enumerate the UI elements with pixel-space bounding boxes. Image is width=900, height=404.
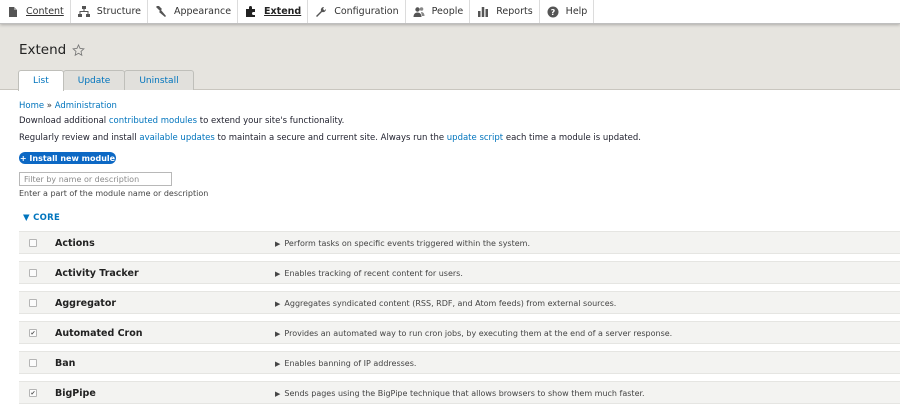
toolbar-item-appearance[interactable]: Appearance	[148, 0, 239, 23]
module-checkbox[interactable]	[29, 269, 37, 277]
toolbar-label: Reports	[496, 6, 533, 17]
module-name[interactable]: Ban	[55, 358, 75, 369]
toolbar-item-help[interactable]: ? Help	[540, 0, 595, 23]
update-script-link[interactable]: update script	[447, 133, 503, 143]
configuration-icon	[314, 5, 328, 19]
expand-triangle-icon: ▶	[275, 390, 281, 398]
intro-text: each time a module is updated.	[503, 133, 641, 143]
appearance-icon	[154, 5, 168, 19]
breadcrumb-home[interactable]: Home	[19, 101, 44, 111]
page-title-text: Extend	[19, 42, 67, 58]
module-row: Aggregator ▶ Aggregates syndicated content…	[19, 291, 900, 314]
expand-triangle-icon: ▶	[275, 270, 281, 278]
expand-triangle-icon: ▶	[275, 360, 281, 368]
intro-text: Regularly review and install	[19, 133, 140, 143]
module-name[interactable]: Activity Tracker	[55, 268, 139, 279]
page-header: Extend List Update Uninstall	[0, 24, 900, 91]
toolbar-item-configuration[interactable]: Configuration	[308, 0, 406, 23]
module-description-toggle[interactable]: ▶ Provides an automated way to run cron j…	[275, 329, 672, 338]
toolbar-label: Extend	[264, 6, 302, 17]
toolbar-label: Configuration	[334, 6, 399, 17]
module-description: Sends pages using the BigPipe technique …	[284, 389, 645, 398]
expand-triangle-icon: ▶	[275, 300, 281, 308]
reports-icon	[476, 5, 490, 19]
install-new-module-button[interactable]: + Install new module	[19, 152, 116, 164]
toolbar-label: Content	[26, 6, 64, 17]
intro-line-2: Regularly review and install available u…	[19, 133, 641, 143]
intro-text: to extend your site's functionality.	[197, 116, 345, 126]
tab-update[interactable]: Update	[62, 70, 126, 90]
module-description-toggle[interactable]: ▶ Perform tasks on specific events trigge…	[275, 239, 530, 248]
toolbar-label: Help	[565, 6, 588, 17]
module-description: Aggregates syndicated content (RSS, RDF,…	[284, 299, 617, 308]
people-icon	[412, 5, 426, 19]
expand-triangle-icon: ▶	[275, 240, 281, 248]
breadcrumb: Home » Administration	[19, 101, 117, 111]
toolbar-item-reports[interactable]: Reports	[470, 0, 540, 23]
toolbar-item-people[interactable]: People	[406, 0, 471, 23]
page-title: Extend	[19, 42, 86, 58]
module-name[interactable]: Actions	[55, 238, 95, 249]
structure-icon	[77, 5, 91, 19]
help-icon: ?	[546, 5, 560, 19]
module-name[interactable]: Aggregator	[55, 298, 116, 309]
breadcrumb-administration[interactable]: Administration	[55, 101, 117, 111]
tab-list[interactable]: List	[18, 70, 64, 91]
expand-triangle-icon: ▶	[275, 330, 281, 338]
module-row: Actions ▶ Perform tasks on specific events…	[19, 231, 900, 254]
module-checkbox[interactable]: ✔	[29, 389, 37, 397]
module-checkbox[interactable]	[29, 299, 37, 307]
intro-text: to maintain a secure and current site. A…	[214, 133, 447, 143]
filter-description: Enter a part of the module name or descr…	[19, 189, 209, 198]
module-row: Activity Tracker ▶ Enables tracking of rec…	[19, 261, 900, 284]
admin-toolbar: Content Structure Appearance Extend Conf…	[0, 0, 900, 24]
module-description: Provides an automated way to run cron jo…	[284, 329, 673, 338]
module-description-toggle[interactable]: ▶ Enables tracking of recent content for …	[275, 269, 463, 278]
intro-text: Download additional	[19, 116, 109, 126]
module-name[interactable]: Automated Cron	[55, 328, 143, 339]
module-description-toggle[interactable]: ▶ Sends pages using the BigPipe technique…	[275, 389, 645, 398]
module-filter-input[interactable]	[19, 172, 172, 186]
star-icon[interactable]	[72, 43, 86, 57]
tab-uninstall[interactable]: Uninstall	[124, 70, 194, 90]
module-name[interactable]: BigPipe	[55, 388, 96, 399]
module-description: Perform tasks on specific events trigger…	[284, 239, 530, 248]
contributed-modules-link[interactable]: contributed modules	[109, 116, 197, 126]
module-row: ✔ Automated Cron ▶ Provides an automated wa…	[19, 321, 900, 344]
module-checkbox[interactable]: ✔	[29, 329, 37, 337]
section-core-toggle[interactable]: ▼ CORE	[23, 213, 60, 223]
toolbar-item-structure[interactable]: Structure	[71, 0, 148, 23]
module-description-toggle[interactable]: ▶ Aggregates syndicated content (RSS, RDF…	[275, 299, 616, 308]
toolbar-label: Appearance	[174, 6, 232, 17]
toolbar-label: Structure	[96, 6, 141, 17]
module-row: Ban ▶ Enables banning of IP addresses.	[19, 351, 900, 374]
intro-line-1: Download additional contributed modules …	[19, 116, 344, 126]
module-checkbox[interactable]	[29, 359, 37, 367]
module-description: Enables tracking of recent content for u…	[284, 269, 463, 278]
toolbar-item-content[interactable]: Content	[0, 0, 71, 23]
module-description: Enables banning of IP addresses.	[284, 359, 417, 368]
module-checkbox[interactable]	[29, 239, 37, 247]
available-updates-link[interactable]: available updates	[139, 133, 214, 143]
extend-icon	[244, 5, 258, 19]
primary-tabs: List Update Uninstall	[18, 70, 194, 91]
breadcrumb-separator: »	[44, 101, 55, 111]
svg-text:?: ?	[550, 8, 555, 17]
content-icon	[6, 5, 20, 19]
toolbar-item-extend[interactable]: Extend	[238, 0, 309, 23]
toolbar-label: People	[431, 6, 464, 17]
module-description-toggle[interactable]: ▶ Enables banning of IP addresses.	[275, 359, 416, 368]
module-row: ✔ BigPipe ▶ Sends pages using the BigPipe t…	[19, 381, 900, 404]
